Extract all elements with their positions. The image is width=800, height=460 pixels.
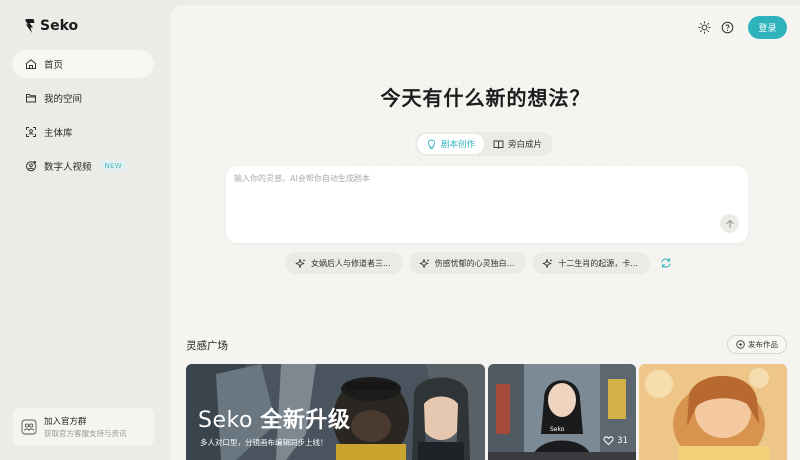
heart-icon: [603, 436, 614, 446]
page-headline: 今天有什么新的想法？: [380, 86, 591, 110]
sidebar-nav: 首页 我的空间 主体库 数字人视频 NEW: [12, 50, 154, 186]
arrow-up-icon: [725, 219, 734, 228]
main-panel: 登录 今天有什么新的想法？ 剧本创作 旁白成片 女娲后人与修道者三... 伤感忧…: [171, 5, 800, 460]
send-button[interactable]: [720, 214, 739, 233]
join-official-group[interactable]: 加入官方群 获取官方客服支持与资讯: [13, 408, 154, 446]
book-icon: [493, 140, 504, 149]
plus-circle-icon: [736, 340, 745, 349]
like-count: 31: [617, 435, 628, 446]
tab-label: 旁白成片: [508, 140, 543, 150]
suggestion-list: 女娲后人与修道者三... 伤感忧郁的心灵独白... 十二生肖的起源，卡...: [285, 252, 672, 274]
suggestion-chip[interactable]: 女娲后人与修道者三...: [285, 252, 403, 274]
sparkle-icon: [419, 258, 430, 268]
sidebar-item-label: 主体库: [44, 128, 73, 139]
tab-narration-video[interactable]: 旁白成片: [484, 134, 551, 154]
join-subtitle: 获取官方客服支持与资讯: [44, 428, 127, 438]
login-button[interactable]: 登录: [748, 16, 787, 39]
promo-brand: Seko: [198, 408, 253, 433]
help-button[interactable]: [720, 21, 734, 35]
publish-button[interactable]: 发布作品: [727, 335, 787, 354]
new-badge: NEW: [100, 161, 126, 171]
sidebar: Seko 首页 我的空间 主体库 数字人视频 NEW 加入官方群 获取官方客服支…: [0, 0, 166, 460]
promo-upgrade: 全新升级: [260, 408, 351, 433]
gallery-card-illustration[interactable]: [639, 364, 787, 460]
gallery-card-digital-human[interactable]: Seko 31: [488, 364, 636, 460]
promo-headline: Seko 全新升级: [198, 402, 350, 434]
shirt-text: Seko: [550, 426, 565, 433]
sidebar-item-label: 首页: [44, 60, 64, 71]
folder-icon: [26, 94, 36, 103]
group-chat-icon: [21, 419, 37, 435]
illustration-thumbnail: [639, 364, 787, 460]
publish-label: 发布作品: [748, 340, 778, 349]
suggestion-text: 十二生肖的起源，卡...: [558, 258, 638, 268]
logo-text: Seko: [40, 18, 79, 34]
app-logo[interactable]: Seko: [24, 18, 78, 34]
suggestion-text: 女娲后人与修道者三...: [311, 258, 391, 268]
top-bar-actions: 登录: [697, 16, 787, 39]
sidebar-item-digital-human-video[interactable]: 数字人视频 NEW: [12, 152, 154, 180]
suggestion-text: 伤感忧郁的心灵独白...: [434, 258, 515, 268]
like-button[interactable]: 31: [603, 435, 628, 446]
sparkle-icon: [542, 258, 553, 268]
sun-icon: [697, 21, 711, 34]
prompt-box: [226, 166, 748, 243]
gallery-title: 灵感广场: [186, 340, 228, 352]
help-circle-icon: [721, 21, 733, 34]
sidebar-item-subject-library[interactable]: 主体库: [12, 118, 154, 146]
home-icon: [26, 59, 36, 69]
sidebar-item-my-space[interactable]: 我的空间: [12, 84, 154, 112]
prompt-input[interactable]: [234, 173, 704, 213]
tab-script-creation[interactable]: 剧本创作: [417, 134, 485, 154]
sidebar-item-home[interactable]: 首页: [12, 50, 154, 78]
sparkle-icon: [295, 258, 306, 268]
suggestion-chip[interactable]: 十二生肖的起源，卡...: [532, 252, 650, 274]
avatar-video-icon: [26, 161, 36, 172]
bulb-icon: [427, 139, 436, 149]
refresh-icon[interactable]: [660, 257, 672, 269]
join-text: 加入官方群 获取官方客服支持与资讯: [44, 416, 127, 439]
tab-label: 剧本创作: [441, 140, 476, 150]
mode-tabs: 剧本创作 旁白成片: [415, 132, 554, 156]
theme-toggle-button[interactable]: [697, 21, 711, 35]
suggestion-chip[interactable]: 伤感忧郁的心灵独白...: [408, 252, 527, 274]
join-title: 加入官方群: [44, 416, 87, 427]
gallery: Seko 全新升级 多人对口型，分镜画布编辑同步上线！ Seko 31: [186, 364, 787, 460]
sidebar-item-label: 我的空间: [44, 94, 83, 105]
seko-logo-icon: [25, 19, 35, 33]
promo-subtitle: 多人对口型，分镜画布编辑同步上线！: [200, 438, 328, 447]
scan-face-icon: [26, 127, 36, 137]
gallery-card-promo[interactable]: Seko 全新升级 多人对口型，分镜画布编辑同步上线！: [186, 364, 485, 460]
sidebar-item-label: 数字人视频: [44, 162, 92, 173]
